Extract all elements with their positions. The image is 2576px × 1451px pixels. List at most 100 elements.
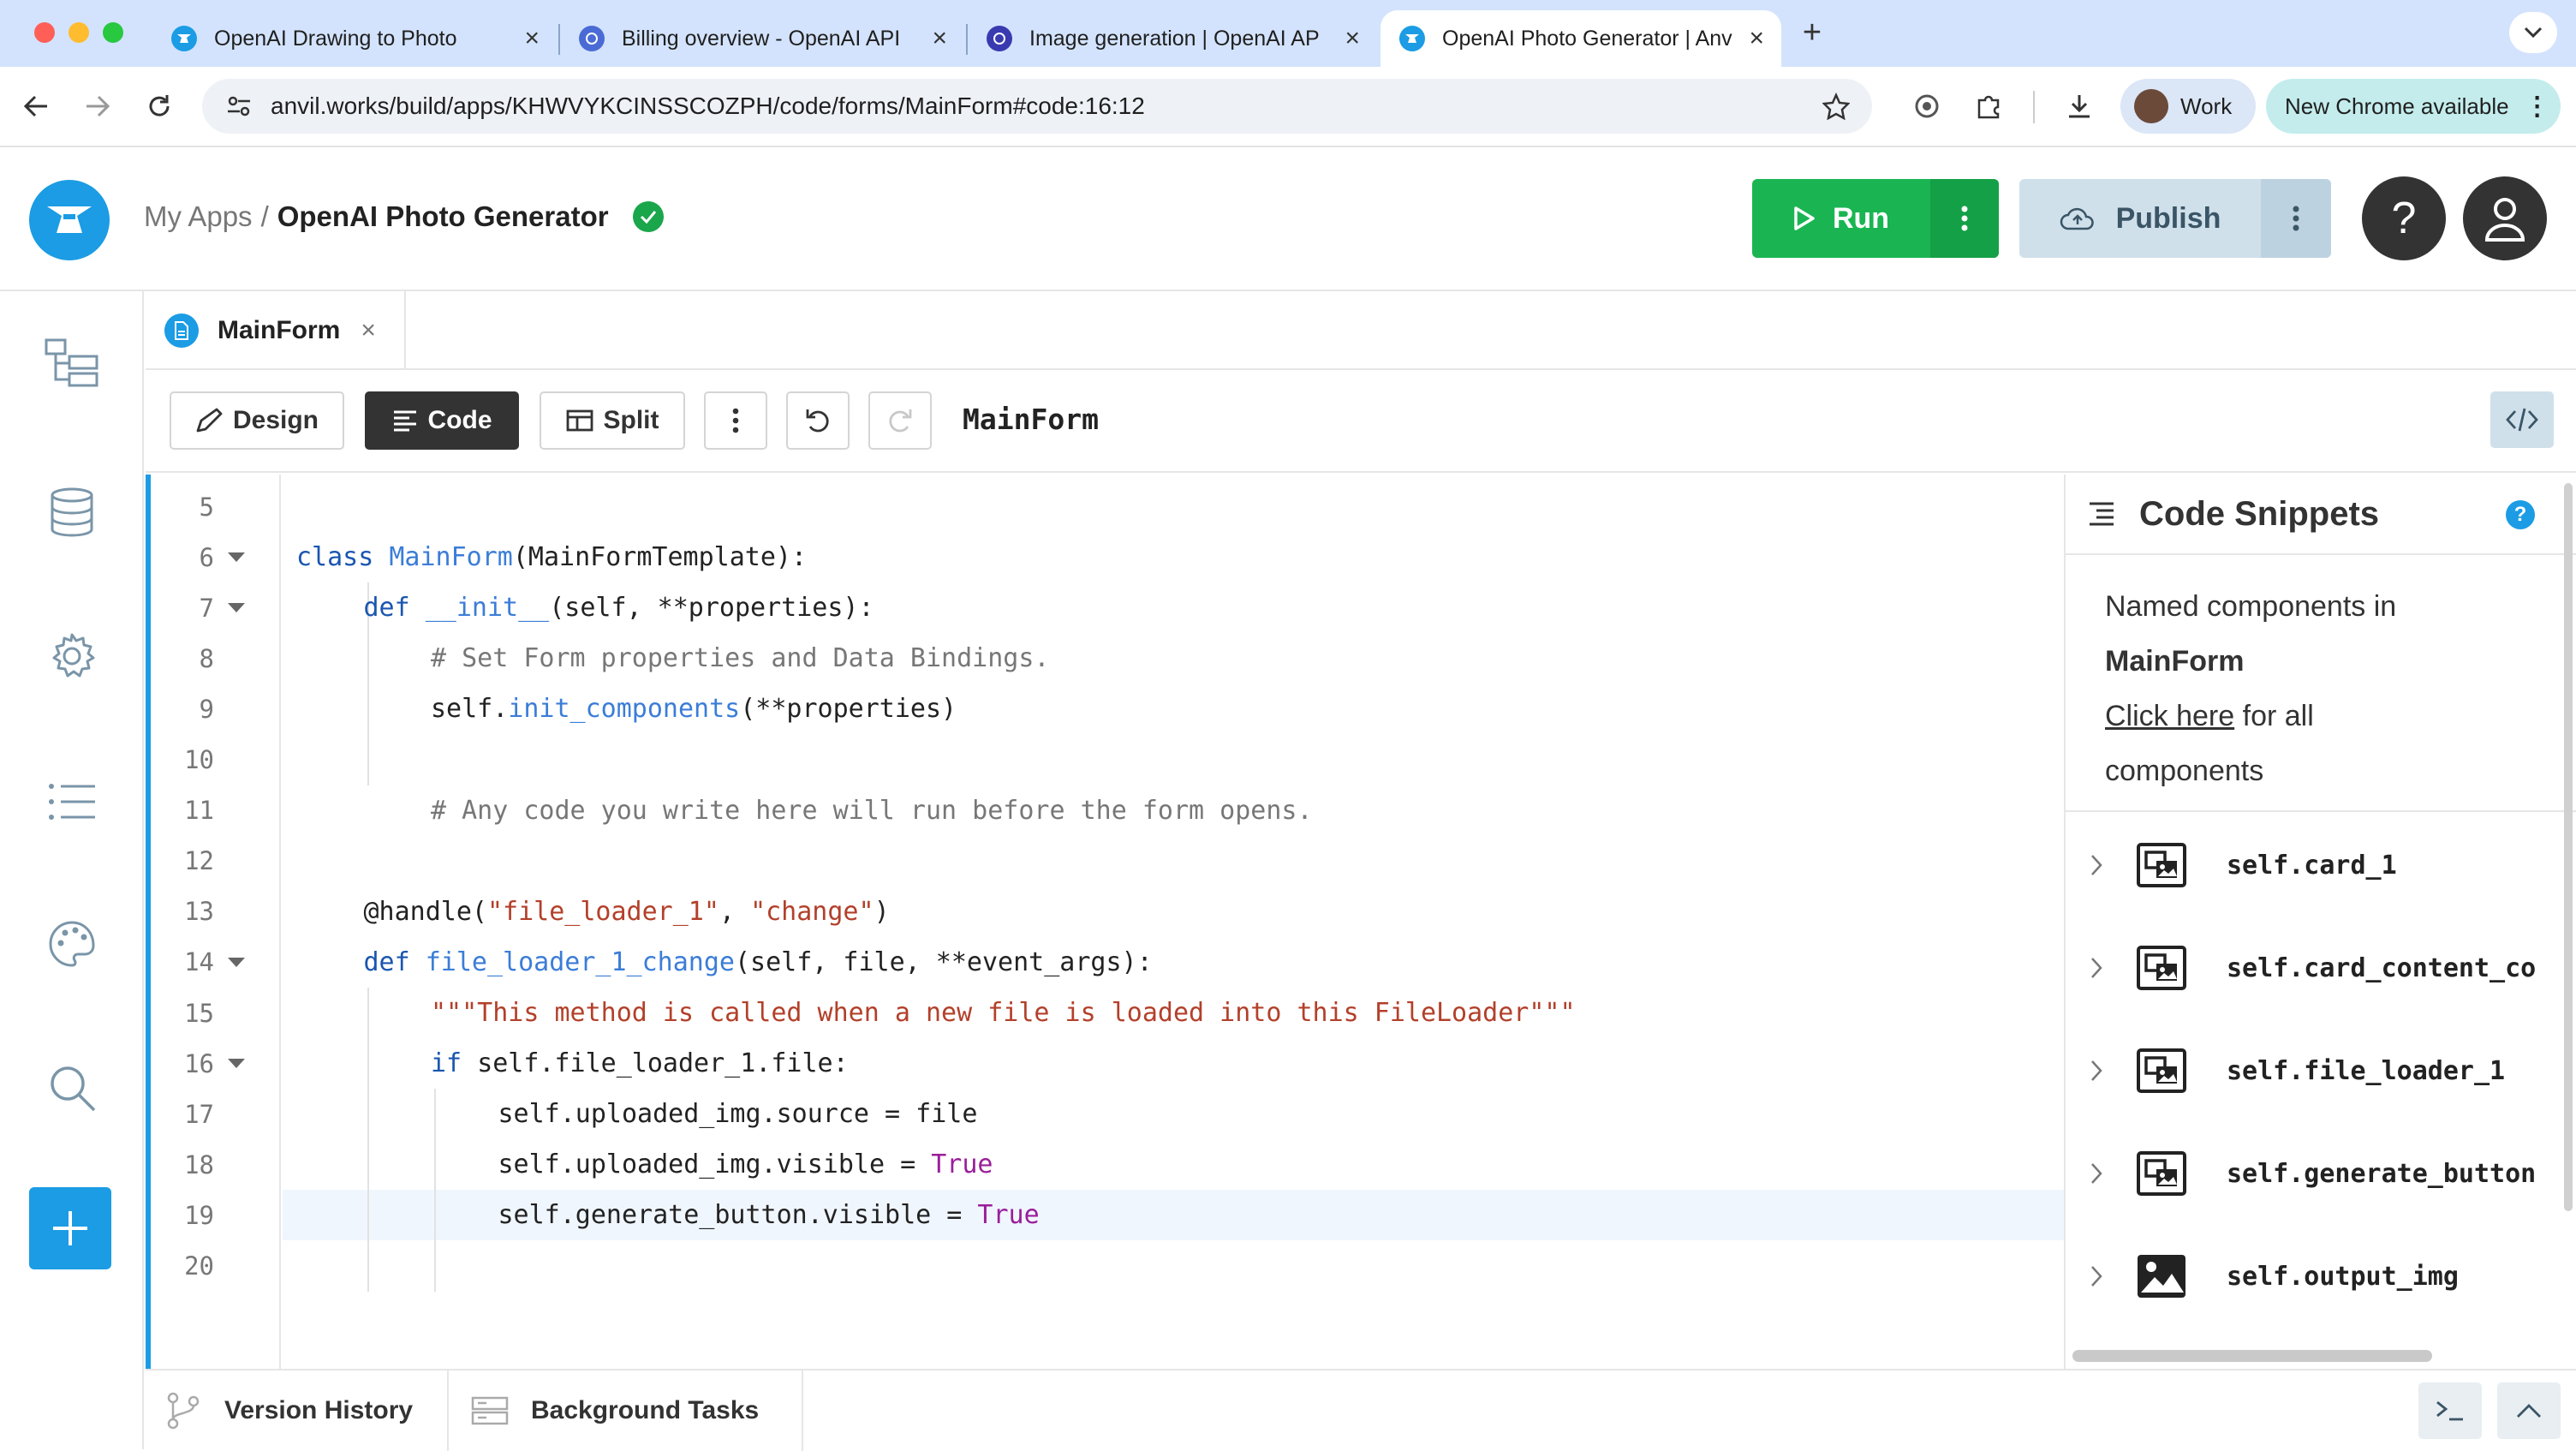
minimize-window-button[interactable]	[69, 22, 89, 43]
tab-close-icon[interactable]: ×	[361, 316, 376, 345]
new-tab-plus-icon[interactable]: +	[1795, 15, 1829, 50]
user-account-icon[interactable]	[2463, 176, 2547, 260]
code-token: )	[874, 896, 890, 927]
browser-tab[interactable]: Image generation | OpenAI AP ×	[968, 10, 1377, 67]
snippets-horizontal-scrollbar[interactable]	[2072, 1350, 2432, 1362]
tab-close-icon[interactable]: ×	[932, 24, 947, 53]
app-browser-icon[interactable]	[41, 332, 103, 394]
code-embed-icon[interactable]	[2490, 391, 2554, 448]
run-button[interactable]: Run	[1752, 179, 1999, 258]
code-line[interactable]: self.uploaded_img.source = file	[498, 1089, 978, 1139]
breadcrumb-my-apps[interactable]: My Apps	[144, 200, 253, 233]
snippet-item[interactable]: self.generate_button	[2066, 1122, 2576, 1225]
design-label: Design	[232, 406, 319, 434]
site-settings-icon[interactable]	[226, 94, 252, 118]
code-view-button[interactable]: Code	[365, 391, 519, 450]
code-line[interactable]: self. init_components (**properties)	[431, 684, 957, 734]
snippets-vertical-scrollbar[interactable]	[2564, 483, 2573, 1211]
bookmark-star-icon[interactable]	[1822, 93, 1850, 120]
code-editor[interactable]: 5 6 7 8 9 10 11 12 13 14 15 16 17 18 19 20 class MainFo…	[146, 475, 2197, 1369]
maximize-window-button[interactable]	[103, 22, 123, 43]
snippet-label: self.card_1	[2227, 850, 2397, 881]
run-options-kebab-icon[interactable]	[1930, 179, 1999, 258]
snippet-item[interactable]: self.output_img	[2066, 1225, 2576, 1328]
tab-close-icon[interactable]: ×	[1749, 24, 1764, 53]
chevron-right-icon[interactable]	[2090, 1161, 2124, 1185]
snippet-item[interactable]: self.file_loader_1	[2066, 1019, 2576, 1122]
code-line[interactable]: self.uploaded_img.visible = True	[498, 1139, 993, 1190]
line-number: 16	[151, 1038, 281, 1089]
publish-button[interactable]: Publish	[2019, 179, 2331, 258]
code-line[interactable]: if self.file_loader_1.file:	[431, 1038, 849, 1089]
container-icon	[2136, 842, 2187, 888]
code-line[interactable]: @handle("file_loader_1", "change")	[364, 887, 890, 937]
browser-tab-active[interactable]: OpenAI Photo Generator | Anv ×	[1380, 10, 1781, 67]
code-line[interactable]: """This method is called when a new file…	[431, 988, 1576, 1038]
downloads-icon[interactable]	[2055, 82, 2103, 130]
profile-button[interactable]: Work	[2120, 79, 2256, 134]
help-button[interactable]: ?	[2362, 176, 2446, 260]
snippet-item[interactable]: self.card_content_co	[2066, 917, 2576, 1019]
line-number-text: 7	[199, 593, 214, 623]
anvil-favicon-icon	[171, 26, 197, 51]
fold-arrow-icon[interactable]	[228, 603, 245, 613]
back-arrow-icon[interactable]	[12, 82, 60, 130]
code-line[interactable]: class MainForm (MainFormTemplate):	[296, 532, 807, 582]
design-view-button[interactable]: Design	[170, 391, 344, 450]
url-text[interactable]: anvil.works/build/apps/KHWVYKCINSSCOZPH/…	[271, 93, 1145, 120]
code-line[interactable]: def file_loader_1_change (self, file, **e…	[364, 937, 1153, 988]
search-icon[interactable]	[41, 1057, 103, 1119]
close-window-button[interactable]	[34, 22, 55, 43]
chevron-right-icon[interactable]	[2090, 1264, 2124, 1288]
fold-arrow-icon[interactable]	[228, 957, 245, 967]
update-chrome-button[interactable]: New Chrome available ⋮	[2266, 79, 2561, 134]
code-line[interactable]: def __init__ (self, **properties):	[364, 582, 874, 633]
more-options-kebab-icon[interactable]	[704, 391, 767, 450]
code-line[interactable]: # Set Form properties and Data Bindings.	[431, 633, 1049, 684]
terminal-icon[interactable]	[2418, 1382, 2482, 1439]
undo-icon[interactable]	[786, 391, 850, 450]
chevron-right-icon[interactable]	[2090, 956, 2124, 980]
line-number-text: 11	[184, 796, 214, 826]
split-view-button[interactable]: Split	[540, 391, 685, 450]
fold-arrow-icon[interactable]	[228, 552, 245, 563]
version-history-tab[interactable]: Version History	[146, 1370, 449, 1451]
tab-mainform[interactable]: MainForm ×	[146, 291, 406, 370]
snippets-help-icon[interactable]: ?	[2506, 500, 2535, 529]
forward-arrow-icon[interactable]	[74, 82, 122, 130]
chevron-right-icon[interactable]	[2090, 1059, 2124, 1083]
code-line[interactable]: # Any code you write here will run befor…	[431, 785, 1313, 836]
theme-palette-icon[interactable]	[41, 913, 103, 975]
background-tasks-tab[interactable]: Background Tasks	[449, 1370, 803, 1451]
app-name[interactable]: OpenAI Photo Generator	[277, 200, 609, 233]
snippets-header: Code Snippets ?	[2066, 475, 2576, 555]
list-icon[interactable]	[41, 771, 103, 833]
extensions-puzzle-icon[interactable]	[1965, 82, 2012, 130]
code-line[interactable]: self.generate_button.visible = True	[498, 1190, 1040, 1240]
line-number-text: 16	[184, 1048, 214, 1078]
chevron-right-icon[interactable]	[2090, 853, 2124, 877]
line-number-text: 10	[184, 745, 214, 774]
kebab-menu-icon[interactable]: ⋮	[2525, 92, 2550, 122]
reload-icon[interactable]	[135, 82, 183, 130]
address-bar[interactable]: anvil.works/build/apps/KHWVYKCINSSCOZPH/…	[202, 79, 1872, 134]
publish-options-kebab-icon[interactable]	[2261, 179, 2331, 258]
expand-chevron-up-icon[interactable]	[2497, 1382, 2561, 1439]
click-here-link[interactable]: Click here	[2105, 700, 2234, 732]
add-component-button[interactable]	[29, 1187, 111, 1269]
anvil-logo-icon[interactable]	[29, 180, 110, 260]
extension-shield-icon[interactable]	[1903, 82, 1951, 130]
data-tables-database-icon[interactable]	[41, 481, 103, 543]
split-view-icon	[566, 409, 593, 432]
tab-close-icon[interactable]: ×	[1345, 24, 1360, 53]
code-label: Code	[427, 406, 492, 434]
avatar	[2134, 89, 2168, 123]
tab-search-chevron-icon[interactable]	[2509, 12, 2557, 53]
snippet-item[interactable]: self.card_1	[2066, 814, 2576, 917]
fold-arrow-icon[interactable]	[228, 1059, 245, 1069]
tab-close-icon[interactable]: ×	[524, 24, 540, 53]
browser-tab[interactable]: Billing overview - OpenAI API ×	[560, 10, 964, 67]
browser-tab[interactable]: OpenAI Drawing to Photo ×	[152, 10, 557, 67]
redo-icon[interactable]	[868, 391, 932, 450]
settings-gear-icon[interactable]	[41, 625, 103, 687]
